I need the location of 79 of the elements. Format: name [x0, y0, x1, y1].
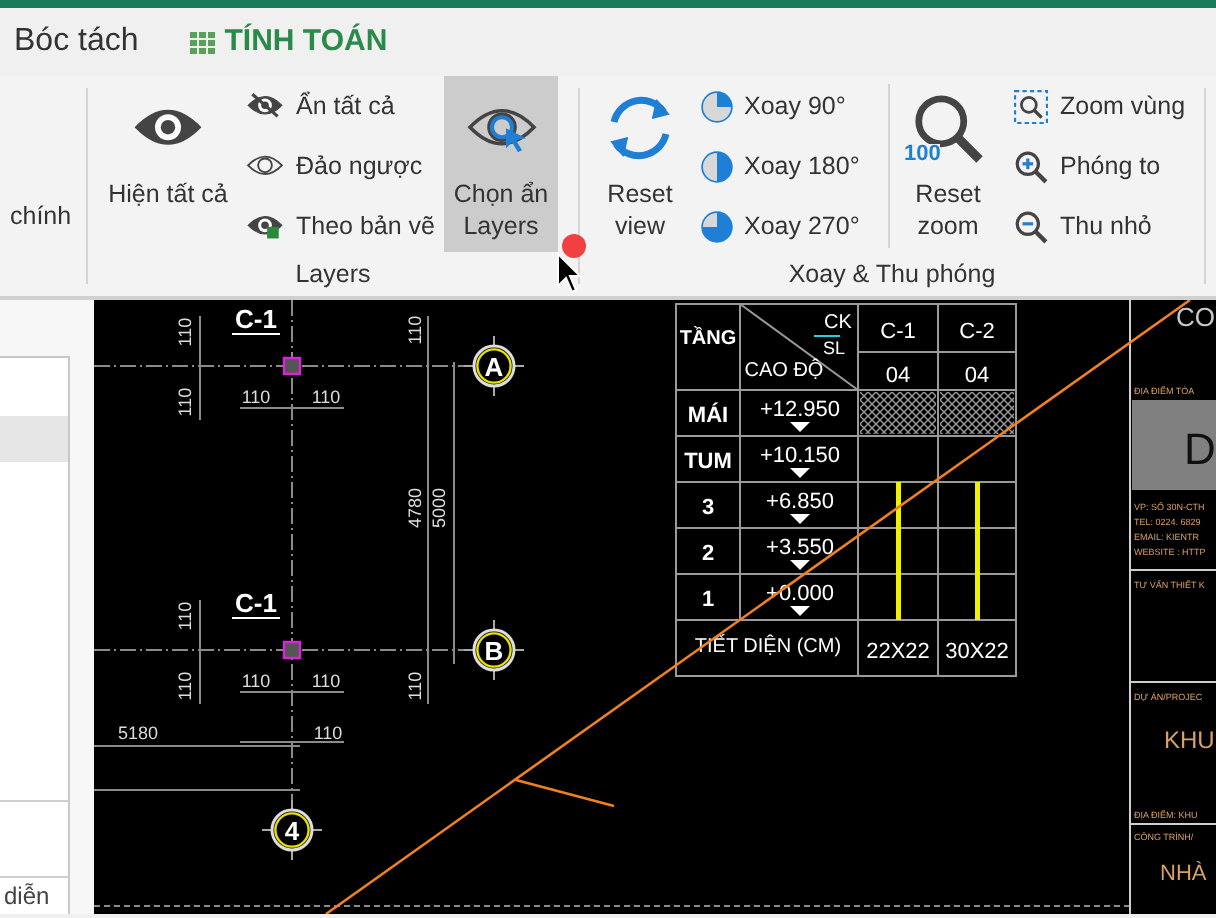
ribbon-tab[interactable]: Bóc tách: [14, 18, 139, 66]
table-cell: 04: [885, 364, 911, 388]
level-marker-icon: [790, 560, 810, 570]
ribbon-button[interactable]: Thu nhỏ: [1010, 196, 1190, 256]
rotate-button[interactable]: Xoay 90°: [700, 76, 888, 136]
table-cell: +6.850: [766, 490, 834, 514]
table-header: SL: [823, 338, 845, 358]
ribbon-label: chính: [8, 200, 74, 235]
reset-view-button[interactable]: Reset view: [592, 76, 688, 252]
level-marker-icon: [790, 606, 810, 616]
dimension-label: 110: [174, 671, 195, 701]
dimension-label: 110: [174, 601, 195, 631]
column-marker: [282, 640, 302, 660]
column-marker: [282, 356, 302, 376]
zoom-out-icon: [1014, 209, 1048, 243]
level-marker-icon: [790, 422, 810, 432]
table-cell: TUM: [684, 450, 732, 474]
rotate-button[interactable]: Xoay 180°: [700, 136, 888, 196]
table-cell: MÁI: [687, 404, 729, 428]
eye-outline-icon: [246, 152, 284, 180]
dimension-label: 5180: [117, 722, 159, 743]
leader-line: [515, 778, 615, 808]
dimension-label: 110: [241, 670, 271, 691]
building-name: NHÀ: [1160, 862, 1207, 886]
zoom-area-icon: [1014, 89, 1048, 123]
zoom-level-badge: 100: [904, 144, 941, 166]
dimension-label: 110: [313, 722, 343, 743]
dimension-label: 4780: [404, 487, 425, 529]
grid-icon: [190, 31, 217, 53]
click-indicator-icon: [560, 232, 588, 260]
reset-zoom-button[interactable]: 100 Reset zoom: [902, 76, 994, 252]
dimension-label: 110: [241, 386, 271, 407]
level-marker-icon: [790, 514, 810, 524]
project-name: KHU: [1164, 726, 1215, 754]
group-label: Xoay & Thu phóng: [788, 258, 996, 292]
ribbon-button[interactable]: Ẩn tất cả: [242, 76, 438, 136]
table-header: C-1: [880, 320, 916, 344]
logo-letter: D: [1184, 424, 1216, 474]
table-cell: 22X22: [866, 640, 930, 664]
dimension-label: 110: [404, 315, 425, 345]
table-cell: +12.950: [759, 398, 841, 422]
ribbon-button[interactable]: Theo bản vẽ: [242, 196, 438, 256]
table-cell: 1: [701, 588, 715, 612]
dimension-label: 110: [174, 317, 195, 347]
table-cell: 30X22: [945, 640, 1009, 664]
ribbon-button[interactable]: Zoom vùng: [1010, 76, 1190, 136]
title-block-heading: CO: [1176, 302, 1215, 332]
table-cell: +10.150: [759, 444, 841, 468]
column-tag: C-1: [231, 304, 281, 335]
ribbon-button[interactable]: Đảo ngược: [242, 136, 438, 196]
group-label: Layers: [295, 258, 371, 292]
table-header: CK: [824, 312, 852, 334]
table-header: TẦNG: [679, 328, 737, 350]
show-all-button[interactable]: Hiện tất cả: [100, 76, 236, 252]
rotate-button[interactable]: Xoay 270°: [700, 196, 888, 256]
dimension-label: 110: [311, 386, 341, 407]
panel-text: diễn: [2, 880, 52, 914]
ribbon-button[interactable]: Phóng to: [1010, 136, 1190, 196]
table-cell: 04: [964, 364, 990, 388]
dimension-label: 110: [404, 671, 425, 701]
cursor-icon: [556, 252, 584, 294]
dimension-label: 5000: [428, 487, 449, 529]
pick-hidden-layers-button[interactable]: Chọn ẩn Layers: [444, 76, 558, 252]
pie-icon: [700, 209, 734, 243]
dimension-label: 110: [174, 387, 195, 417]
eye-slash-icon: [246, 92, 284, 120]
zoom-in-icon: [1014, 149, 1048, 183]
logo-panel: [1132, 400, 1216, 490]
table-header: C-2: [959, 320, 995, 344]
table-cell: 3: [701, 496, 715, 520]
pie-icon: [700, 149, 734, 183]
dimension-label: 110: [311, 670, 341, 691]
table-header: CAO ĐỘ: [744, 360, 824, 382]
table-cell: 2: [701, 542, 715, 566]
level-marker-icon: [790, 468, 810, 478]
column-tag: C-1: [231, 588, 281, 619]
table-cell: +3.550: [766, 536, 834, 560]
pie-icon: [700, 89, 734, 123]
ribbon-tab[interactable]: TÍNH TOÁN: [190, 19, 388, 65]
